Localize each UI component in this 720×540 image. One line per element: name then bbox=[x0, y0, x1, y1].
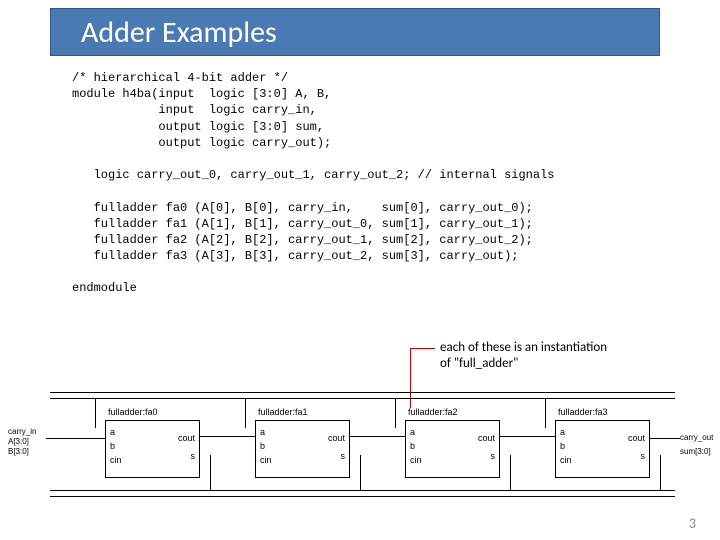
fa0-port-cin: cin bbox=[110, 455, 122, 466]
page-number: 3 bbox=[689, 515, 696, 532]
tap-fa0 bbox=[95, 398, 96, 428]
fa3-port-a: a bbox=[560, 427, 565, 438]
block-fa3: fulladder:fa3 a b cin cout s bbox=[555, 420, 650, 478]
schematic-diagram: carry_in A[3:0] B[3:0] carry_out sum[3:0… bbox=[10, 390, 710, 500]
tap-fa1 bbox=[245, 398, 246, 428]
fa3-port-s: s bbox=[641, 451, 646, 462]
fa1-port-cout: cout bbox=[328, 433, 345, 444]
tap-fa0s bbox=[210, 455, 211, 490]
fa1-port-s: s bbox=[341, 451, 346, 462]
annotation-line1: each of these is an instantiation bbox=[440, 340, 607, 355]
fa0-port-s: s bbox=[191, 451, 196, 462]
page-title: Adder Examples bbox=[81, 14, 277, 51]
fa2-port-s: s bbox=[491, 451, 496, 462]
tap-fa1s bbox=[360, 455, 361, 490]
sig-carry-out: carry_out bbox=[680, 434, 713, 443]
wire-fa3-out bbox=[650, 438, 680, 439]
fa1-port-b: b bbox=[260, 441, 265, 452]
block-fa1-label: fulladder:fa1 bbox=[258, 407, 308, 417]
callout-connector-h bbox=[410, 348, 435, 349]
tap-fa3s bbox=[660, 455, 661, 490]
tap-fa2s bbox=[510, 455, 511, 490]
verilog-code: /* hierarchical 4-bit adder */ module h4… bbox=[72, 70, 554, 297]
sig-b: B[3:0] bbox=[8, 448, 29, 457]
wire-cin-fa0 bbox=[46, 438, 105, 439]
wire-top-bus2 bbox=[50, 398, 675, 399]
fa3-port-cout: cout bbox=[628, 433, 645, 444]
wire-top-bus bbox=[50, 392, 675, 393]
fa0-port-cout: cout bbox=[178, 433, 195, 444]
sig-a: A[3:0] bbox=[8, 438, 29, 447]
block-fa2: fulladder:fa2 a b cin cout s bbox=[405, 420, 500, 478]
wire-bottom-bus bbox=[50, 490, 675, 491]
fa0-port-a: a bbox=[110, 427, 115, 438]
wire-fa2-fa3 bbox=[500, 436, 555, 437]
fa2-port-a: a bbox=[410, 427, 415, 438]
callout-annotation: each of these is an instantiation of "fu… bbox=[440, 340, 607, 371]
wire-fa0-fa1 bbox=[200, 436, 255, 437]
block-fa2-label: fulladder:fa2 bbox=[408, 407, 458, 417]
wire-fa1-fa2 bbox=[350, 436, 405, 437]
wire-bottom-bus2 bbox=[50, 496, 675, 497]
title-bar: Adder Examples bbox=[50, 8, 660, 56]
fa2-port-b: b bbox=[410, 441, 415, 452]
tap-fa3 bbox=[545, 398, 546, 428]
fa1-port-cin: cin bbox=[260, 455, 272, 466]
tap-fa2 bbox=[395, 398, 396, 428]
fa1-port-a: a bbox=[260, 427, 265, 438]
sig-sum: sum[3:0] bbox=[680, 448, 711, 457]
fa3-port-b: b bbox=[560, 441, 565, 452]
block-fa3-label: fulladder:fa3 bbox=[558, 407, 608, 417]
block-fa0-label: fulladder:fa0 bbox=[108, 407, 158, 417]
fa3-port-cin: cin bbox=[560, 455, 572, 466]
annotation-line2: of "full_adder" bbox=[440, 356, 518, 371]
fa2-port-cin: cin bbox=[410, 455, 422, 466]
block-fa1: fulladder:fa1 a b cin cout s bbox=[255, 420, 350, 478]
fa0-port-b: b bbox=[110, 441, 115, 452]
sig-carry-in: carry_in bbox=[8, 428, 36, 437]
fa2-port-cout: cout bbox=[478, 433, 495, 444]
block-fa0: fulladder:fa0 a b cin cout s bbox=[105, 420, 200, 478]
